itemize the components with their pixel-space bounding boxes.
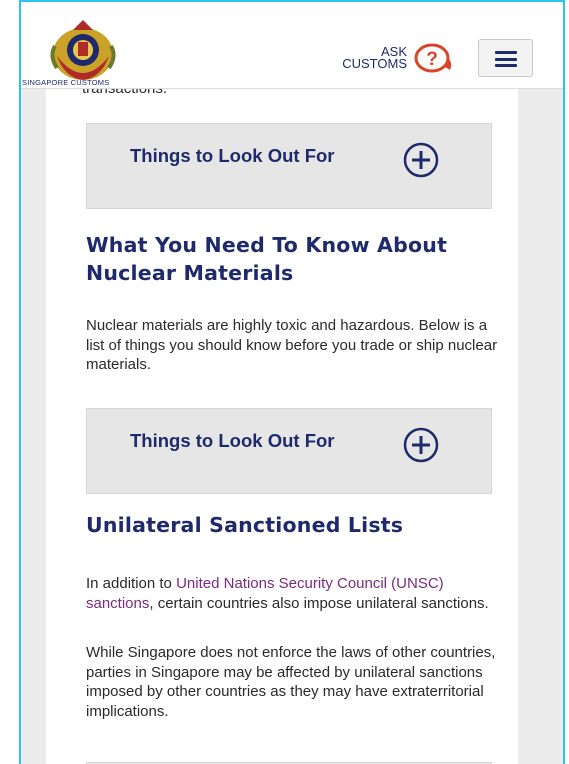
main-content: transactions. Things to Look Out For Wha… bbox=[46, 88, 518, 764]
section-body: While Singapore does not enforce the law… bbox=[86, 644, 496, 720]
svg-text:?: ? bbox=[426, 49, 438, 70]
help-question-icon[interactable]: ? bbox=[414, 42, 456, 74]
section-body: In addition to United Nations Security C… bbox=[86, 574, 504, 613]
browser-frame: SINGAPORE CUSTOMS ASK CUSTOMS ? transact… bbox=[19, 0, 565, 764]
accordion-things-to-look-out-for[interactable]: Things to Look Out For bbox=[86, 123, 492, 209]
menu-bar-icon bbox=[495, 57, 517, 61]
customs-label: CUSTOMS bbox=[342, 56, 407, 71]
logo-caption: SINGAPORE CUSTOMS bbox=[22, 78, 110, 87]
section-body: Nuclear materials are highly toxic and h… bbox=[86, 317, 498, 373]
body-text: , certain countries also impose unilater… bbox=[149, 594, 489, 612]
ask-customs-link[interactable]: ASK CUSTOMS bbox=[323, 45, 407, 71]
site-header: SINGAPORE CUSTOMS ASK CUSTOMS ? bbox=[21, 2, 563, 89]
body-text: In addition to bbox=[86, 575, 177, 592]
section-heading: What You Need To Know About Nuclear Mate… bbox=[86, 233, 448, 285]
plus-circle-icon[interactable] bbox=[403, 427, 439, 463]
plus-circle-icon[interactable] bbox=[403, 142, 439, 178]
menu-bar-icon bbox=[495, 64, 517, 67]
accordion-things-to-look-out-for[interactable]: Things to Look Out For bbox=[86, 408, 492, 494]
section-heading: Unilateral Sanctioned Lists bbox=[86, 513, 404, 537]
hamburger-menu-button[interactable] bbox=[478, 39, 533, 77]
cutoff-text: transactions. bbox=[82, 88, 168, 97]
accordion-title: Things to Look Out For bbox=[130, 145, 335, 166]
menu-bar-icon bbox=[495, 51, 517, 54]
accordion-title: Things to Look Out For bbox=[130, 430, 335, 451]
